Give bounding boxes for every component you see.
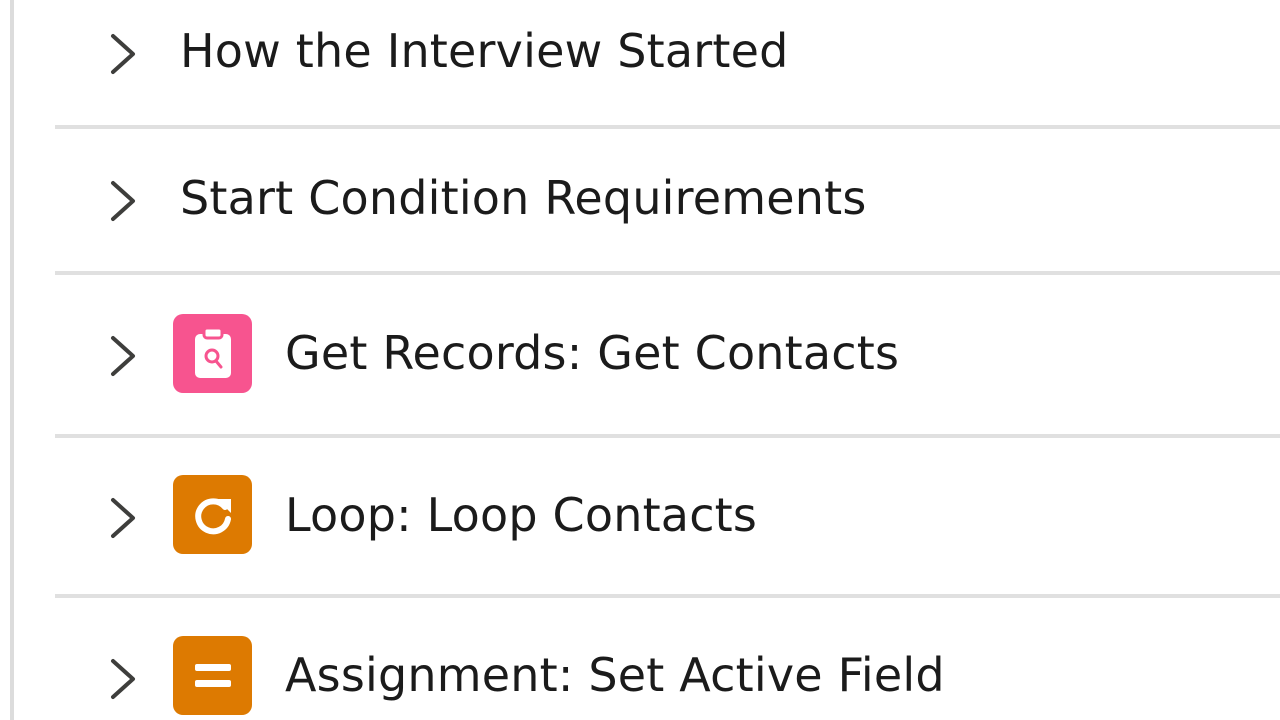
chevron-right-icon[interactable]: [107, 494, 139, 542]
chevron-right-icon[interactable]: [107, 177, 139, 225]
get-records-icon: [173, 314, 252, 393]
accordion-row-label: Assignment: Set Active Field: [285, 648, 945, 702]
accordion-row-assignment[interactable]: Assignment: Set Active Field: [55, 598, 1280, 720]
panel-left-border: [10, 0, 14, 720]
accordion-row-loop[interactable]: Loop: Loop Contacts: [55, 438, 1280, 598]
accordion-row-label: Loop: Loop Contacts: [285, 488, 758, 542]
chevron-right-icon[interactable]: [107, 30, 139, 78]
assignment-icon: [173, 636, 252, 715]
loop-icon: [173, 475, 252, 554]
accordion-row-start-condition-requirements[interactable]: Start Condition Requirements: [55, 129, 1280, 275]
accordion-row-how-interview-started[interactable]: How the Interview Started: [55, 0, 1280, 129]
accordion-row-label: How the Interview Started: [180, 24, 789, 78]
chevron-right-icon[interactable]: [107, 332, 139, 380]
debug-details-panel: How the Interview Started Start Conditio…: [0, 0, 1280, 720]
accordion-row-label: Start Condition Requirements: [180, 171, 867, 225]
accordion-row-get-records[interactable]: Get Records: Get Contacts: [55, 275, 1280, 438]
accordion-row-label: Get Records: Get Contacts: [285, 326, 900, 380]
chevron-right-icon[interactable]: [107, 655, 139, 703]
